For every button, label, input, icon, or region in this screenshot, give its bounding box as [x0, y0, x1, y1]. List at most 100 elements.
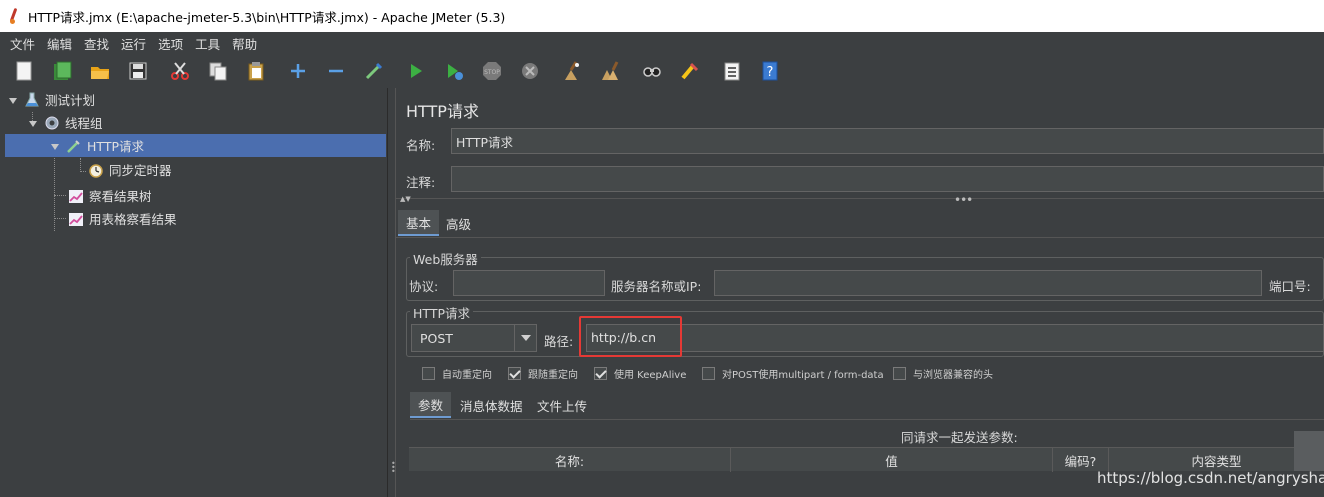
name-input[interactable]: HTTP请求: [451, 128, 1324, 154]
chevron-down-icon[interactable]: [50, 141, 60, 151]
jmeter-feather-icon: [8, 8, 20, 24]
tree-item-label: HTTP请求: [87, 139, 144, 154]
menu-search[interactable]: 查找: [78, 34, 115, 53]
protocol-label: 协议:: [409, 279, 439, 294]
path-input[interactable]: http://b.cn: [586, 324, 1324, 352]
scrollbar[interactable]: [1294, 431, 1324, 471]
collapse-arrows-icon[interactable]: ▲▼: [400, 196, 411, 203]
server-label: 服务器名称或IP:: [611, 279, 702, 294]
tree-item-view-results-tree[interactable]: 察看结果树: [68, 184, 387, 207]
tree-item-label: 测试计划: [45, 93, 96, 108]
shutdown-icon[interactable]: [516, 57, 544, 85]
svg-text:?: ?: [767, 65, 774, 80]
menu-edit[interactable]: 编辑: [41, 34, 78, 53]
tab-basic[interactable]: 基本: [398, 210, 440, 236]
menu-help[interactable]: 帮助: [226, 34, 263, 53]
window-title: HTTP请求.jmx (E:\apache-jmeter-5.3\bin\HTT…: [28, 9, 506, 25]
checkbox[interactable]: [893, 367, 906, 380]
checkbox[interactable]: [422, 367, 435, 380]
tree-item-thread-group[interactable]: 线程组: [28, 111, 387, 134]
search-icon[interactable]: [638, 57, 666, 85]
web-server-group-title: Web服务器: [410, 249, 481, 268]
clear-icon[interactable]: [558, 57, 586, 85]
path-label: 路径:: [544, 334, 574, 349]
collapse-icon[interactable]: [322, 57, 350, 85]
reset-search-icon[interactable]: [676, 57, 704, 85]
menu-tools[interactable]: 工具: [189, 34, 226, 53]
tab-parameters[interactable]: 参数: [410, 392, 452, 418]
templates-icon[interactable]: [48, 57, 76, 85]
start-no-pause-icon[interactable]: [440, 57, 468, 85]
option-label: 跟随重定向: [528, 370, 578, 381]
tab-advanced[interactable]: 高级: [438, 210, 479, 236]
http-request-group-title: HTTP请求: [410, 303, 473, 322]
tree-item-http-request[interactable]: HTTP请求: [5, 134, 386, 157]
chevron-down-icon[interactable]: [28, 118, 38, 128]
option-label: 自动重定向: [442, 370, 492, 381]
checkbox[interactable]: [702, 367, 715, 380]
server-input[interactable]: [714, 270, 1262, 296]
menu-options[interactable]: 选项: [152, 34, 189, 53]
chevron-down-icon[interactable]: [514, 325, 536, 351]
toggle-icon[interactable]: [360, 57, 388, 85]
option-browser-compatible[interactable]: 与浏览器兼容的头: [893, 366, 993, 381]
cut-icon[interactable]: [166, 57, 194, 85]
start-icon[interactable]: [402, 57, 430, 85]
title-bar: HTTP请求.jmx (E:\apache-jmeter-5.3\bin\HTT…: [0, 0, 1324, 32]
horizontal-splitter[interactable]: ▲▼ •••: [396, 193, 1324, 207]
tree-item-table-results[interactable]: 用表格察看结果: [68, 207, 387, 230]
option-follow-redirect[interactable]: 跟随重定向: [508, 366, 578, 381]
stopwatch-icon: [89, 163, 103, 178]
chevron-down-icon[interactable]: [8, 95, 18, 105]
option-label: 与浏览器兼容的头: [913, 370, 993, 381]
comment-label: 注释:: [406, 175, 436, 190]
column-value[interactable]: 值: [731, 448, 1053, 472]
menu-file[interactable]: 文件: [4, 34, 41, 53]
drag-handle-icon: •••: [391, 459, 396, 476]
vertical-splitter[interactable]: • • •: [387, 88, 396, 497]
option-auto-redirect[interactable]: 自动重定向: [422, 366, 492, 381]
tree-item-sync-timer[interactable]: 同步定时器: [88, 158, 387, 181]
open-icon[interactable]: [86, 57, 114, 85]
expand-icon[interactable]: [284, 57, 312, 85]
highlight-annotation: [579, 316, 682, 357]
menu-run[interactable]: 运行: [115, 34, 152, 53]
clear-all-icon[interactable]: [596, 57, 624, 85]
stop-icon[interactable]: STOP: [478, 57, 506, 85]
comment-input[interactable]: [451, 166, 1324, 192]
help-icon[interactable]: ?: [756, 57, 784, 85]
http-request-editor: HTTP请求 名称: HTTP请求 注释: ▲▼ ••• 基本 高级 Web服务…: [396, 88, 1324, 497]
tree-item-label: 察看结果树: [89, 189, 152, 204]
function-helper-icon[interactable]: [718, 57, 746, 85]
page-title: HTTP请求: [406, 102, 479, 121]
paste-icon[interactable]: [242, 57, 270, 85]
column-name[interactable]: 名称:: [409, 448, 731, 472]
test-plan-tree: 测试计划 线程组 HTTP请求 同步定时器 察看结果树 用表格察看结果: [0, 88, 387, 497]
watermark: https://blog.csdn.net/angryshan: [1097, 469, 1324, 487]
tree-item-test-plan[interactable]: 测试计划: [8, 88, 387, 111]
svg-text:STOP: STOP: [484, 69, 500, 76]
graph-icon: [69, 189, 83, 203]
checkbox[interactable]: [594, 367, 607, 380]
option-multipart[interactable]: 对POST使用multipart / form-data: [702, 366, 884, 381]
tab-body-data[interactable]: 消息体数据: [452, 392, 531, 418]
checkbox[interactable]: [508, 367, 521, 380]
protocol-input[interactable]: [453, 270, 605, 296]
tree-item-label: 线程组: [65, 116, 103, 131]
gear-icon: [45, 116, 59, 129]
option-keepalive[interactable]: 使用 KeepAlive: [594, 366, 686, 381]
port-label: 端口号:: [1269, 279, 1311, 294]
save-icon[interactable]: [124, 57, 152, 85]
new-icon[interactable]: [10, 57, 38, 85]
method-select[interactable]: POST: [411, 324, 537, 352]
copy-icon[interactable]: [204, 57, 232, 85]
pipette-icon: [67, 139, 80, 153]
params-table-header: 名称: 值 编码? 内容类型: [409, 447, 1324, 472]
graph-icon: [69, 212, 83, 226]
drag-handle-icon: •••: [954, 193, 973, 207]
tree-item-label: 用表格察看结果: [89, 212, 177, 227]
method-value: POST: [420, 330, 453, 346]
tree-item-label: 同步定时器: [109, 163, 172, 178]
params-caption: 同请求一起发送参数:: [901, 430, 1018, 445]
tab-file-upload[interactable]: 文件上传: [529, 392, 595, 418]
